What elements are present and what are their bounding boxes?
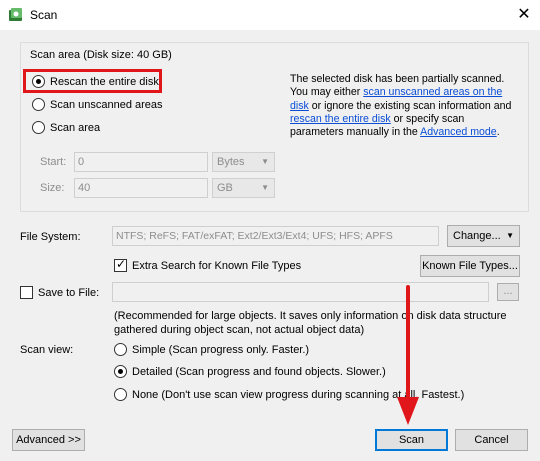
scan-view-detailed[interactable]: Detailed (Scan progress and found object…: [114, 365, 386, 378]
browse-button: ...: [497, 283, 519, 301]
chevron-down-icon: ▼: [506, 231, 514, 240]
save-to-file-check-indicator[interactable]: [20, 286, 33, 299]
change-button-label: Change...: [453, 230, 501, 242]
scan-button[interactable]: Scan: [375, 429, 448, 451]
file-system-label: File System:: [20, 231, 81, 243]
extra-search-label: Extra Search for Known File Types: [132, 259, 302, 272]
radio-unscanned-indicator[interactable]: [32, 98, 45, 111]
app-icon: [8, 7, 24, 26]
change-button[interactable]: Change... ▼: [447, 225, 520, 247]
chevron-down-icon: ▼: [261, 183, 269, 192]
scan-view-simple-label: Simple (Scan progress only. Faster.): [132, 343, 310, 356]
title-bar: [0, 0, 540, 30]
save-to-file-label: Save to File:: [38, 286, 100, 299]
advanced-button[interactable]: Advanced >>: [12, 429, 85, 451]
extra-search-check-indicator[interactable]: [114, 257, 127, 272]
start-unit-value: Bytes: [217, 156, 245, 168]
link-rescan-entire[interactable]: rescan the entire disk: [290, 113, 391, 125]
start-unit-select[interactable]: Bytes ▼: [212, 152, 275, 172]
scan-area-legend: Scan area (Disk size: 40 GB): [28, 49, 174, 61]
red-highlight-box: [23, 69, 162, 93]
info-text-2: or ignore the existing scan information …: [308, 99, 512, 112]
info-text-4: .: [496, 126, 500, 139]
scan-view-label: Scan view:: [20, 344, 74, 356]
scan-view-simple-indicator[interactable]: [114, 343, 127, 356]
extra-search-checkbox[interactable]: Extra Search for Known File Types: [114, 257, 302, 272]
cancel-button[interactable]: Cancel: [455, 429, 528, 451]
window-title: Scan: [30, 8, 58, 22]
size-unit-value: GB: [217, 182, 233, 194]
start-input[interactable]: 0: [74, 152, 208, 172]
size-label: Size:: [40, 182, 65, 194]
start-label: Start:: [40, 156, 67, 168]
file-system-input: NTFS; ReFS; FAT/exFAT; Ext2/Ext3/Ext4; U…: [112, 226, 439, 246]
size-unit-select[interactable]: GB ▼: [212, 178, 275, 198]
radio-scan-area[interactable]: Scan area: [32, 121, 100, 134]
link-advanced-mode[interactable]: Advanced mode: [420, 126, 497, 138]
scan-view-simple[interactable]: Simple (Scan progress only. Faster.): [114, 343, 309, 356]
save-to-file-checkbox[interactable]: Save to File:: [20, 286, 99, 299]
radio-scan-unscanned[interactable]: Scan unscanned areas: [32, 98, 163, 111]
scan-view-detailed-label: Detailed (Scan progress and found object…: [132, 365, 386, 378]
red-arrow-annotation: [397, 285, 419, 425]
radio-scan-area-indicator[interactable]: [32, 121, 45, 134]
radio-unscanned-label: Scan unscanned areas: [50, 98, 163, 111]
scan-info-text: The selected disk has been partially sca…: [290, 73, 520, 139]
size-input[interactable]: 40: [74, 178, 208, 198]
close-icon[interactable]: ✕: [512, 4, 536, 26]
known-file-types-button[interactable]: Known File Types...: [420, 255, 520, 277]
scan-view-none-indicator[interactable]: [114, 388, 127, 401]
save-note: (Recommended for large objects. It saves…: [114, 310, 507, 336]
radio-scan-area-label: Scan area: [50, 121, 101, 134]
chevron-down-icon: ▼: [261, 157, 269, 166]
save-path-input: [112, 282, 489, 302]
scan-view-detailed-indicator[interactable]: [114, 365, 127, 378]
